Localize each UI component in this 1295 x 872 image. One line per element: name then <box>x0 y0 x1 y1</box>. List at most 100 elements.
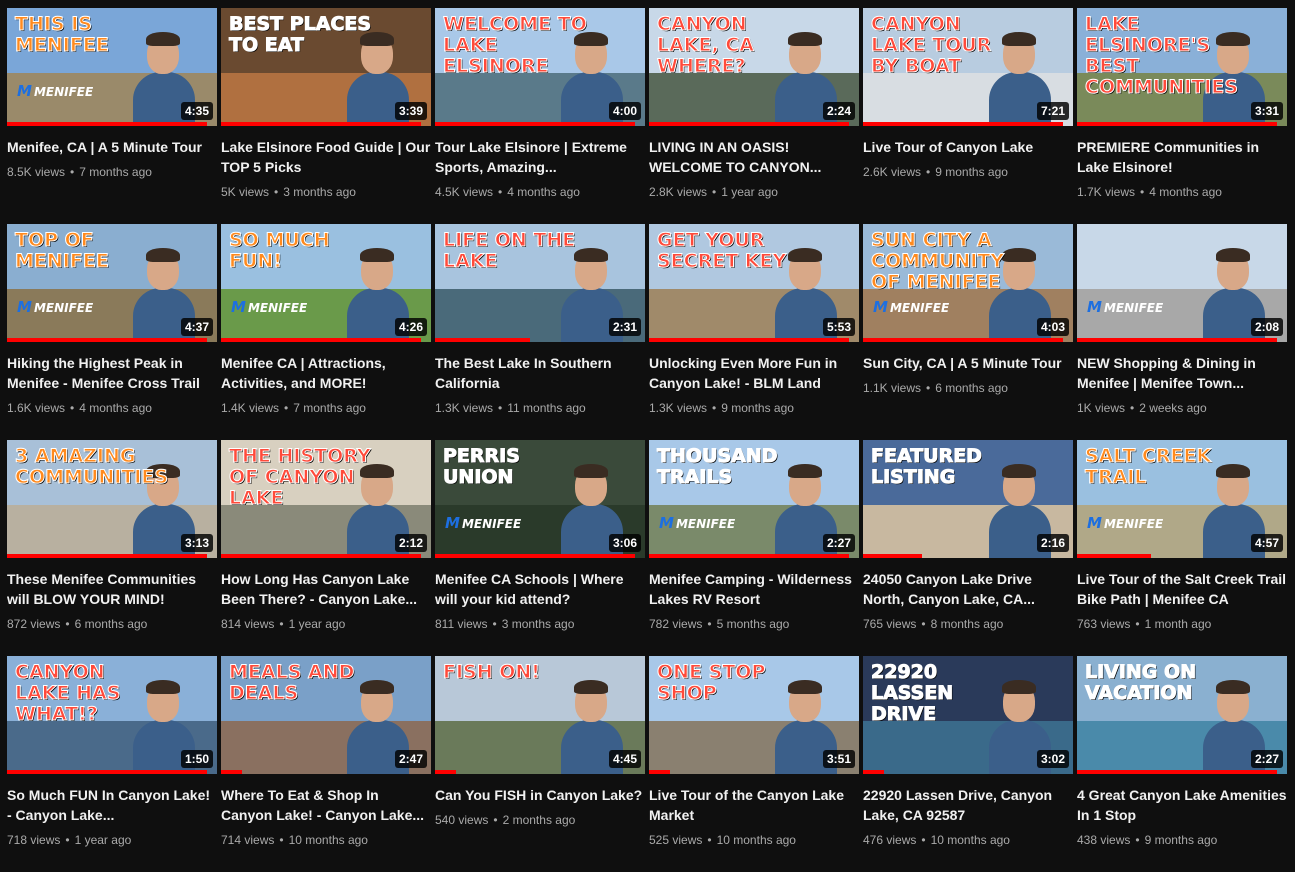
video-thumbnail[interactable]: FISH ON! M 4:45 <box>435 656 645 774</box>
video-thumbnail[interactable]: LAKE ELSINORE'S BEST COMMUNITIES M 3:31 <box>1077 8 1287 126</box>
separator-dot: • <box>712 185 717 199</box>
video-title[interactable]: Menifee Camping - Wilderness Lakes RV Re… <box>649 569 859 609</box>
video-card[interactable]: SUN CITY A COMMUNITY OF MENIFEE M MENIFEE… <box>863 224 1073 440</box>
video-card[interactable]: TOP OF MENIFEE M MENIFEE 4:37 Hiking the … <box>7 224 217 440</box>
separator-dot: • <box>70 165 75 179</box>
view-count: 540 views <box>435 813 489 827</box>
video-card[interactable]: PERRIS UNION M MENIFEE 3:06 Menifee CA Sc… <box>435 440 645 656</box>
duration-badge: 2:47 <box>394 750 427 768</box>
separator-dot: • <box>1135 617 1140 631</box>
video-thumbnail[interactable]: SUN CITY A COMMUNITY OF MENIFEE M MENIFEE… <box>863 224 1073 342</box>
video-title[interactable]: How Long Has Canyon Lake Been There? - C… <box>221 569 431 609</box>
video-card[interactable]: THE HISTORY OF CANYON LAKE M 2:12 How Lo… <box>221 440 431 656</box>
video-card[interactable]: LIVING ON VACATION M 2:27 4 Great Canyon… <box>1077 656 1287 872</box>
video-thumbnail[interactable]: LIFE ON THE LAKE M 2:31 <box>435 224 645 342</box>
view-count: 476 views <box>863 833 917 847</box>
watch-progress-bar <box>863 338 1063 342</box>
video-thumbnail[interactable]: WELCOME TO LAKE ELSINORE M 4:00 <box>435 8 645 126</box>
video-card[interactable]: M MENIFEE 2:08 NEW Shopping & Dining in M… <box>1077 224 1287 440</box>
separator-dot: • <box>921 617 926 631</box>
video-card[interactable]: GET YOUR SECRET KEY M 5:53 Unlocking Eve… <box>649 224 859 440</box>
video-card[interactable]: SO MUCH FUN! M MENIFEE 4:26 Menifee CA | … <box>221 224 431 440</box>
video-title[interactable]: PREMIERE Communities in Lake Elsinore! <box>1077 137 1287 177</box>
video-metadata: 525 views • 10 months ago <box>649 831 859 849</box>
video-title[interactable]: Menifee CA | Attractions, Activities, an… <box>221 353 431 393</box>
video-thumbnail[interactable]: BEST PLACES TO EAT M 3:39 <box>221 8 431 126</box>
video-card[interactable]: 3 AMAZING COMMUNITIES M 3:13 These Menif… <box>7 440 217 656</box>
upload-age: 11 months ago <box>507 401 586 415</box>
video-thumbnail[interactable]: LIVING ON VACATION M 2:27 <box>1077 656 1287 774</box>
video-thumbnail[interactable]: CANYON LAKE HAS WHAT!? M 1:50 <box>7 656 217 774</box>
video-title[interactable]: Live Tour of Canyon Lake <box>863 137 1073 157</box>
thumbnail-headline: SALT CREEK TRAIL <box>1085 445 1212 488</box>
video-card[interactable]: FISH ON! M 4:45 Can You FISH in Canyon L… <box>435 656 645 872</box>
video-title[interactable]: Can You FISH in Canyon Lake? <box>435 785 645 805</box>
logo-m-icon: M <box>445 514 460 532</box>
video-card[interactable]: FEATURED LISTING M 2:16 24050 Canyon Lak… <box>863 440 1073 656</box>
video-thumbnail[interactable]: M MENIFEE 2:08 <box>1077 224 1287 342</box>
video-title[interactable]: Menifee, CA | A 5 Minute Tour <box>7 137 217 157</box>
video-card[interactable]: SALT CREEK TRAIL M MENIFEE 4:57 Live Tour… <box>1077 440 1287 656</box>
video-card[interactable]: WELCOME TO LAKE ELSINORE M 4:00 Tour Lak… <box>435 8 645 224</box>
video-thumbnail[interactable]: 3 AMAZING COMMUNITIES M 3:13 <box>7 440 217 558</box>
video-title[interactable]: Live Tour of the Salt Creek Trail Bike P… <box>1077 569 1287 609</box>
thumbnail-headline: TOP OF MENIFEE <box>15 229 110 272</box>
video-thumbnail[interactable]: MEALS AND DEALS M 2:47 <box>221 656 431 774</box>
video-card[interactable]: ONE STOP SHOP M 3:51 Live Tour of the Ca… <box>649 656 859 872</box>
video-card[interactable]: 22920 Lassen Drive M 3:02 22920 Lassen D… <box>863 656 1073 872</box>
video-card[interactable]: THIS IS MENIFEE M MENIFEE 4:35 Menifee, C… <box>7 8 217 224</box>
video-title[interactable]: The Best Lake In Southern California <box>435 353 645 393</box>
video-title[interactable]: Live Tour of the Canyon Lake Market <box>649 785 859 825</box>
video-thumbnail[interactable]: 22920 Lassen Drive M 3:02 <box>863 656 1073 774</box>
video-card[interactable]: THOUSAND TRAILS M MENIFEE 2:27 Menifee Ca… <box>649 440 859 656</box>
video-thumbnail[interactable]: FEATURED LISTING M 2:16 <box>863 440 1073 558</box>
video-card[interactable]: CANYON LAKE TOUR BY BOAT M 7:21 Live Tou… <box>863 8 1073 224</box>
video-thumbnail[interactable]: THOUSAND TRAILS M MENIFEE 2:27 <box>649 440 859 558</box>
video-thumbnail[interactable]: TOP OF MENIFEE M MENIFEE 4:37 <box>7 224 217 342</box>
video-card[interactable]: CANYON LAKE, CA WHERE? M 2:24 LIVING IN … <box>649 8 859 224</box>
duration-badge: 7:21 <box>1036 102 1069 120</box>
separator-dot: • <box>707 833 712 847</box>
video-title[interactable]: Unlocking Even More Fun in Canyon Lake! … <box>649 353 859 393</box>
video-title[interactable]: 4 Great Canyon Lake Amenities In 1 Stop <box>1077 785 1287 825</box>
video-title[interactable]: LIVING IN AN OASIS! WELCOME TO CANYON... <box>649 137 859 177</box>
video-thumbnail[interactable]: ONE STOP SHOP M 3:51 <box>649 656 859 774</box>
video-card[interactable]: BEST PLACES TO EAT M 3:39 Lake Elsinore … <box>221 8 431 224</box>
video-thumbnail[interactable]: CANYON LAKE, CA WHERE? M 2:24 <box>649 8 859 126</box>
video-thumbnail[interactable]: THIS IS MENIFEE M MENIFEE 4:35 <box>7 8 217 126</box>
video-title[interactable]: 24050 Canyon Lake Drive North, Canyon La… <box>863 569 1073 609</box>
video-title[interactable]: These Menifee Communities will BLOW YOUR… <box>7 569 217 609</box>
upload-age: 4 months ago <box>79 401 152 415</box>
video-title[interactable]: Tour Lake Elsinore | Extreme Sports, Ama… <box>435 137 645 177</box>
video-title[interactable]: Sun City, CA | A 5 Minute Tour <box>863 353 1073 373</box>
view-count: 765 views <box>863 617 917 631</box>
video-thumbnail[interactable]: GET YOUR SECRET KEY M 5:53 <box>649 224 859 342</box>
video-thumbnail[interactable]: SO MUCH FUN! M MENIFEE 4:26 <box>221 224 431 342</box>
video-title[interactable]: Hiking the Highest Peak in Menifee - Men… <box>7 353 217 393</box>
view-count: 1.1K views <box>863 381 922 395</box>
upload-age: 1 year ago <box>74 833 132 847</box>
video-title[interactable]: Lake Elsinore Food Guide | Our TOP 5 Pic… <box>221 137 431 177</box>
video-title[interactable]: Menifee CA Schools | Where will your kid… <box>435 569 645 609</box>
video-title[interactable]: NEW Shopping & Dining in Menifee | Menif… <box>1077 353 1287 393</box>
video-card[interactable]: CANYON LAKE HAS WHAT!? M 1:50 So Much FU… <box>7 656 217 872</box>
video-thumbnail[interactable]: CANYON LAKE TOUR BY BOAT M 7:21 <box>863 8 1073 126</box>
thumbnail-headline: SO MUCH FUN! <box>229 229 331 272</box>
video-title[interactable]: 22920 Lassen Drive, Canyon Lake, CA 9258… <box>863 785 1073 825</box>
video-metadata: 476 views • 10 months ago <box>863 831 1073 849</box>
video-title[interactable]: So Much FUN In Canyon Lake! - Canyon Lak… <box>7 785 217 825</box>
view-count: 1.6K views <box>7 401 66 415</box>
thumbnail-headline: MEALS AND DEALS <box>229 661 355 704</box>
video-thumbnail[interactable]: SALT CREEK TRAIL M MENIFEE 4:57 <box>1077 440 1287 558</box>
thumbnail-headline: PERRIS UNION <box>443 445 521 488</box>
view-count: 872 views <box>7 617 61 631</box>
duration-badge: 2:31 <box>608 318 641 336</box>
duration-badge: 4:45 <box>608 750 641 768</box>
video-card[interactable]: MEALS AND DEALS M 2:47 Where To Eat & Sh… <box>221 656 431 872</box>
video-card[interactable]: LAKE ELSINORE'S BEST COMMUNITIES M 3:31 … <box>1077 8 1287 224</box>
video-thumbnail[interactable]: PERRIS UNION M MENIFEE 3:06 <box>435 440 645 558</box>
video-title[interactable]: Where To Eat & Shop In Canyon Lake! - Ca… <box>221 785 431 825</box>
video-card[interactable]: LIFE ON THE LAKE M 2:31 The Best Lake In… <box>435 224 645 440</box>
duration-badge: 3:39 <box>394 102 427 120</box>
video-thumbnail[interactable]: THE HISTORY OF CANYON LAKE M 2:12 <box>221 440 431 558</box>
